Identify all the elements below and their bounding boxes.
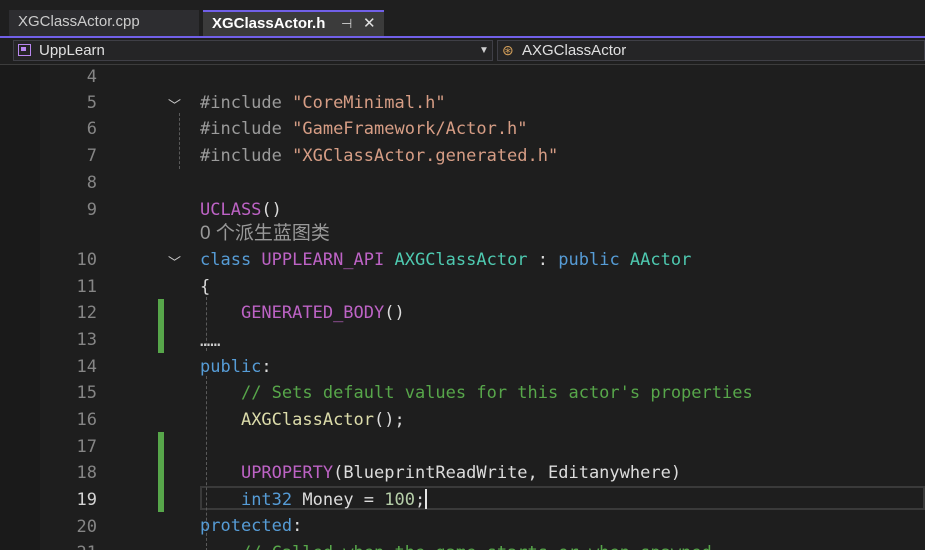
code-token: Money = [302, 490, 385, 510]
code-token: { [200, 277, 211, 297]
code-token: "XGClassActor.generated.h" [292, 146, 559, 166]
code-token: UPPLEARN_API [261, 250, 395, 270]
line-number: 12 [76, 303, 97, 323]
code-token: public [200, 357, 262, 377]
line-number: 4 [86, 67, 97, 87]
code-token: #include [200, 146, 293, 166]
code-token: GENERATED_BODY [240, 303, 385, 323]
code-line[interactable]: // Sets default values for this actor's … [200, 381, 753, 405]
left-margin [0, 65, 40, 550]
line-number: 5 [86, 93, 97, 113]
project-dropdown[interactable]: UppLearn ▼ [13, 40, 493, 61]
code-token: class [200, 250, 262, 270]
tab-xgclassactor-h[interactable]: XGClassActor.h ⊣ ✕ [203, 10, 384, 36]
code-line[interactable]: #include "CoreMinimal.h" [200, 91, 446, 115]
code-token: : [292, 516, 303, 536]
close-icon[interactable]: ✕ [363, 12, 376, 36]
code-token: int32 [240, 490, 303, 510]
code-token: : [261, 357, 272, 377]
code-line[interactable]: protected: [200, 514, 302, 538]
line-number: 13 [76, 330, 97, 350]
tab-xgclassactor-cpp[interactable]: XGClassActor.cpp [9, 10, 199, 36]
line-number-current: 19 [76, 490, 97, 510]
collapse-chevron-icon[interactable]: ﹀ [168, 252, 181, 271]
pin-icon[interactable]: ⊣ [341, 12, 352, 36]
code-token: (); [374, 410, 405, 430]
change-indicator [158, 299, 164, 353]
code-token: AXGClassActor [394, 250, 528, 270]
line-number: 14 [76, 357, 97, 377]
line-number: 21 [40, 543, 97, 550]
code-line[interactable]: AXGClassActor(); [200, 408, 405, 432]
text-cursor [425, 489, 428, 509]
code-token: : [527, 250, 559, 270]
code-line[interactable]: UCLASS() [200, 198, 282, 222]
code-token: // Sets default values for this actor's … [240, 383, 753, 403]
code-token: () [261, 200, 282, 220]
line-number: 17 [76, 437, 97, 457]
code-line[interactable]: #include "GameFramework/Actor.h" [200, 117, 528, 141]
tab-label: XGClassActor.cpp [18, 13, 140, 30]
code-token: UPROPERTY [240, 463, 334, 483]
line-number: 8 [86, 173, 97, 193]
line-number: 10 [76, 250, 97, 270]
tab-label: XGClassActor.h [212, 15, 326, 32]
code-token: "GameFramework/Actor.h" [292, 119, 528, 139]
code-token: // Called when the game starts or when s… [241, 543, 712, 550]
code-token: public [558, 250, 630, 270]
line-number: 7 [86, 146, 97, 166]
line-number: 9 [86, 200, 97, 220]
chevron-down-icon[interactable]: ▼ [479, 41, 489, 60]
code-token: #include [200, 93, 293, 113]
collapse-chevron-icon[interactable]: ﹀ [168, 95, 181, 114]
line-number: 18 [76, 463, 97, 483]
tab-strip: XGClassActor.cpp XGClassActor.h ⊣ ✕ [0, 0, 925, 36]
code-token: ; [414, 490, 426, 510]
code-editor[interactable]: 4 5 6 7 8 9 10 11 12 13 14 15 16 17 18 1… [40, 65, 925, 550]
scope-name: AXGClassActor [522, 42, 627, 59]
line-number: 11 [76, 277, 97, 297]
collapsed-region-marker[interactable]: …… [200, 329, 220, 353]
code-line[interactable]: class UPPLEARN_API AXGClassActor : publi… [200, 248, 691, 272]
code-line[interactable]: // Called when the game starts or when s… [200, 541, 712, 550]
line-number: 20 [76, 517, 97, 537]
code-line[interactable]: #include "XGClassActor.generated.h" [200, 144, 558, 168]
navigation-bar: UppLearn ▼ ⊛ AXGClassActor [0, 38, 925, 65]
line-number: 6 [86, 119, 97, 139]
code-token: AXGClassActor [240, 410, 375, 430]
code-line[interactable]: GENERATED_BODY() [200, 301, 405, 325]
code-token: "CoreMinimal.h" [292, 93, 446, 113]
project-name: UppLearn [39, 42, 105, 59]
class-icon: ⊛ [502, 42, 514, 58]
line-number: 15 [76, 383, 97, 403]
code-token: 100 [384, 490, 415, 510]
code-token: protected [200, 516, 293, 536]
code-token: UCLASS [200, 200, 262, 220]
change-indicator [158, 432, 164, 512]
code-line[interactable]: public: [200, 355, 272, 379]
code-line[interactable]: UPROPERTY(BlueprintReadWrite, Editanywhe… [200, 461, 681, 485]
project-icon [18, 44, 31, 56]
code-token: (BlueprintReadWrite, Editanywhere) [333, 463, 682, 483]
code-line[interactable]: int32 Money = 100; [200, 488, 428, 512]
code-token: #include [200, 119, 293, 139]
line-number: 16 [76, 410, 97, 430]
code-token: () [384, 303, 405, 323]
code-line[interactable]: { [200, 275, 210, 299]
code-token: AActor [629, 250, 692, 270]
scope-dropdown[interactable]: ⊛ AXGClassActor [497, 40, 925, 61]
codelens-derived-blueprints[interactable]: 0 个派生蓝图类 [200, 222, 330, 246]
indent-guide [179, 113, 180, 169]
